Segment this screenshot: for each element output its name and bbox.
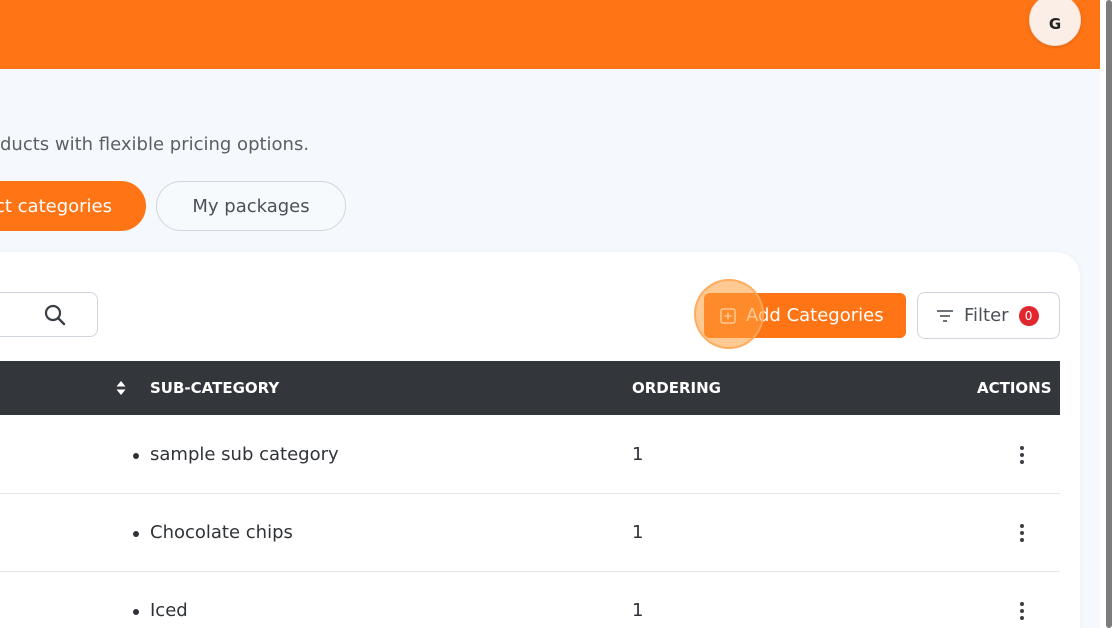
table-header: SUB-CATEGORY ORDERING ACTIONS <box>0 361 1060 415</box>
sub-category-cell: sample sub category <box>150 444 339 465</box>
bullet-icon <box>133 531 139 537</box>
more-options-icon[interactable] <box>1019 523 1025 543</box>
column-header-sub-category[interactable]: SUB-CATEGORY <box>150 379 279 397</box>
sub-category-cell: Iced <box>150 600 188 621</box>
top-bar <box>0 0 1100 69</box>
search-icon[interactable] <box>43 303 67 327</box>
sort-icon[interactable] <box>116 380 126 396</box>
ordering-cell: 1 <box>632 444 644 465</box>
add-categories-button[interactable]: Add Categories <box>704 293 906 338</box>
more-options-icon[interactable] <box>1019 445 1025 465</box>
search-input[interactable] <box>0 292 98 337</box>
scrollbar-thumb[interactable] <box>1106 0 1112 628</box>
tab-product-categories[interactable]: ct categories <box>0 181 146 231</box>
column-header-ordering[interactable]: ORDERING <box>632 379 721 397</box>
bullet-icon <box>133 609 139 615</box>
table-row: sample sub category 1 <box>0 416 1060 494</box>
column-header-actions: ACTIONS <box>977 379 1052 397</box>
ordering-cell: 1 <box>632 522 644 543</box>
sub-category-cell: Chocolate chips <box>150 522 293 543</box>
filter-button[interactable]: Filter 0 <box>917 292 1060 339</box>
table-row: Iced 1 <box>0 572 1060 628</box>
ordering-cell: 1 <box>632 600 644 621</box>
plus-square-icon <box>720 307 736 324</box>
add-categories-label: Add Categories <box>746 305 884 326</box>
tab-my-packages[interactable]: My packages <box>156 181 346 231</box>
filter-icon <box>937 309 953 322</box>
page-subtitle: ducts with flexible pricing options. <box>0 134 310 155</box>
bullet-icon <box>133 453 139 459</box>
table-row: Chocolate chips 1 <box>0 494 1060 572</box>
filter-label: Filter <box>964 305 1009 326</box>
filter-count-badge: 0 <box>1018 305 1039 326</box>
more-options-icon[interactable] <box>1019 601 1025 621</box>
